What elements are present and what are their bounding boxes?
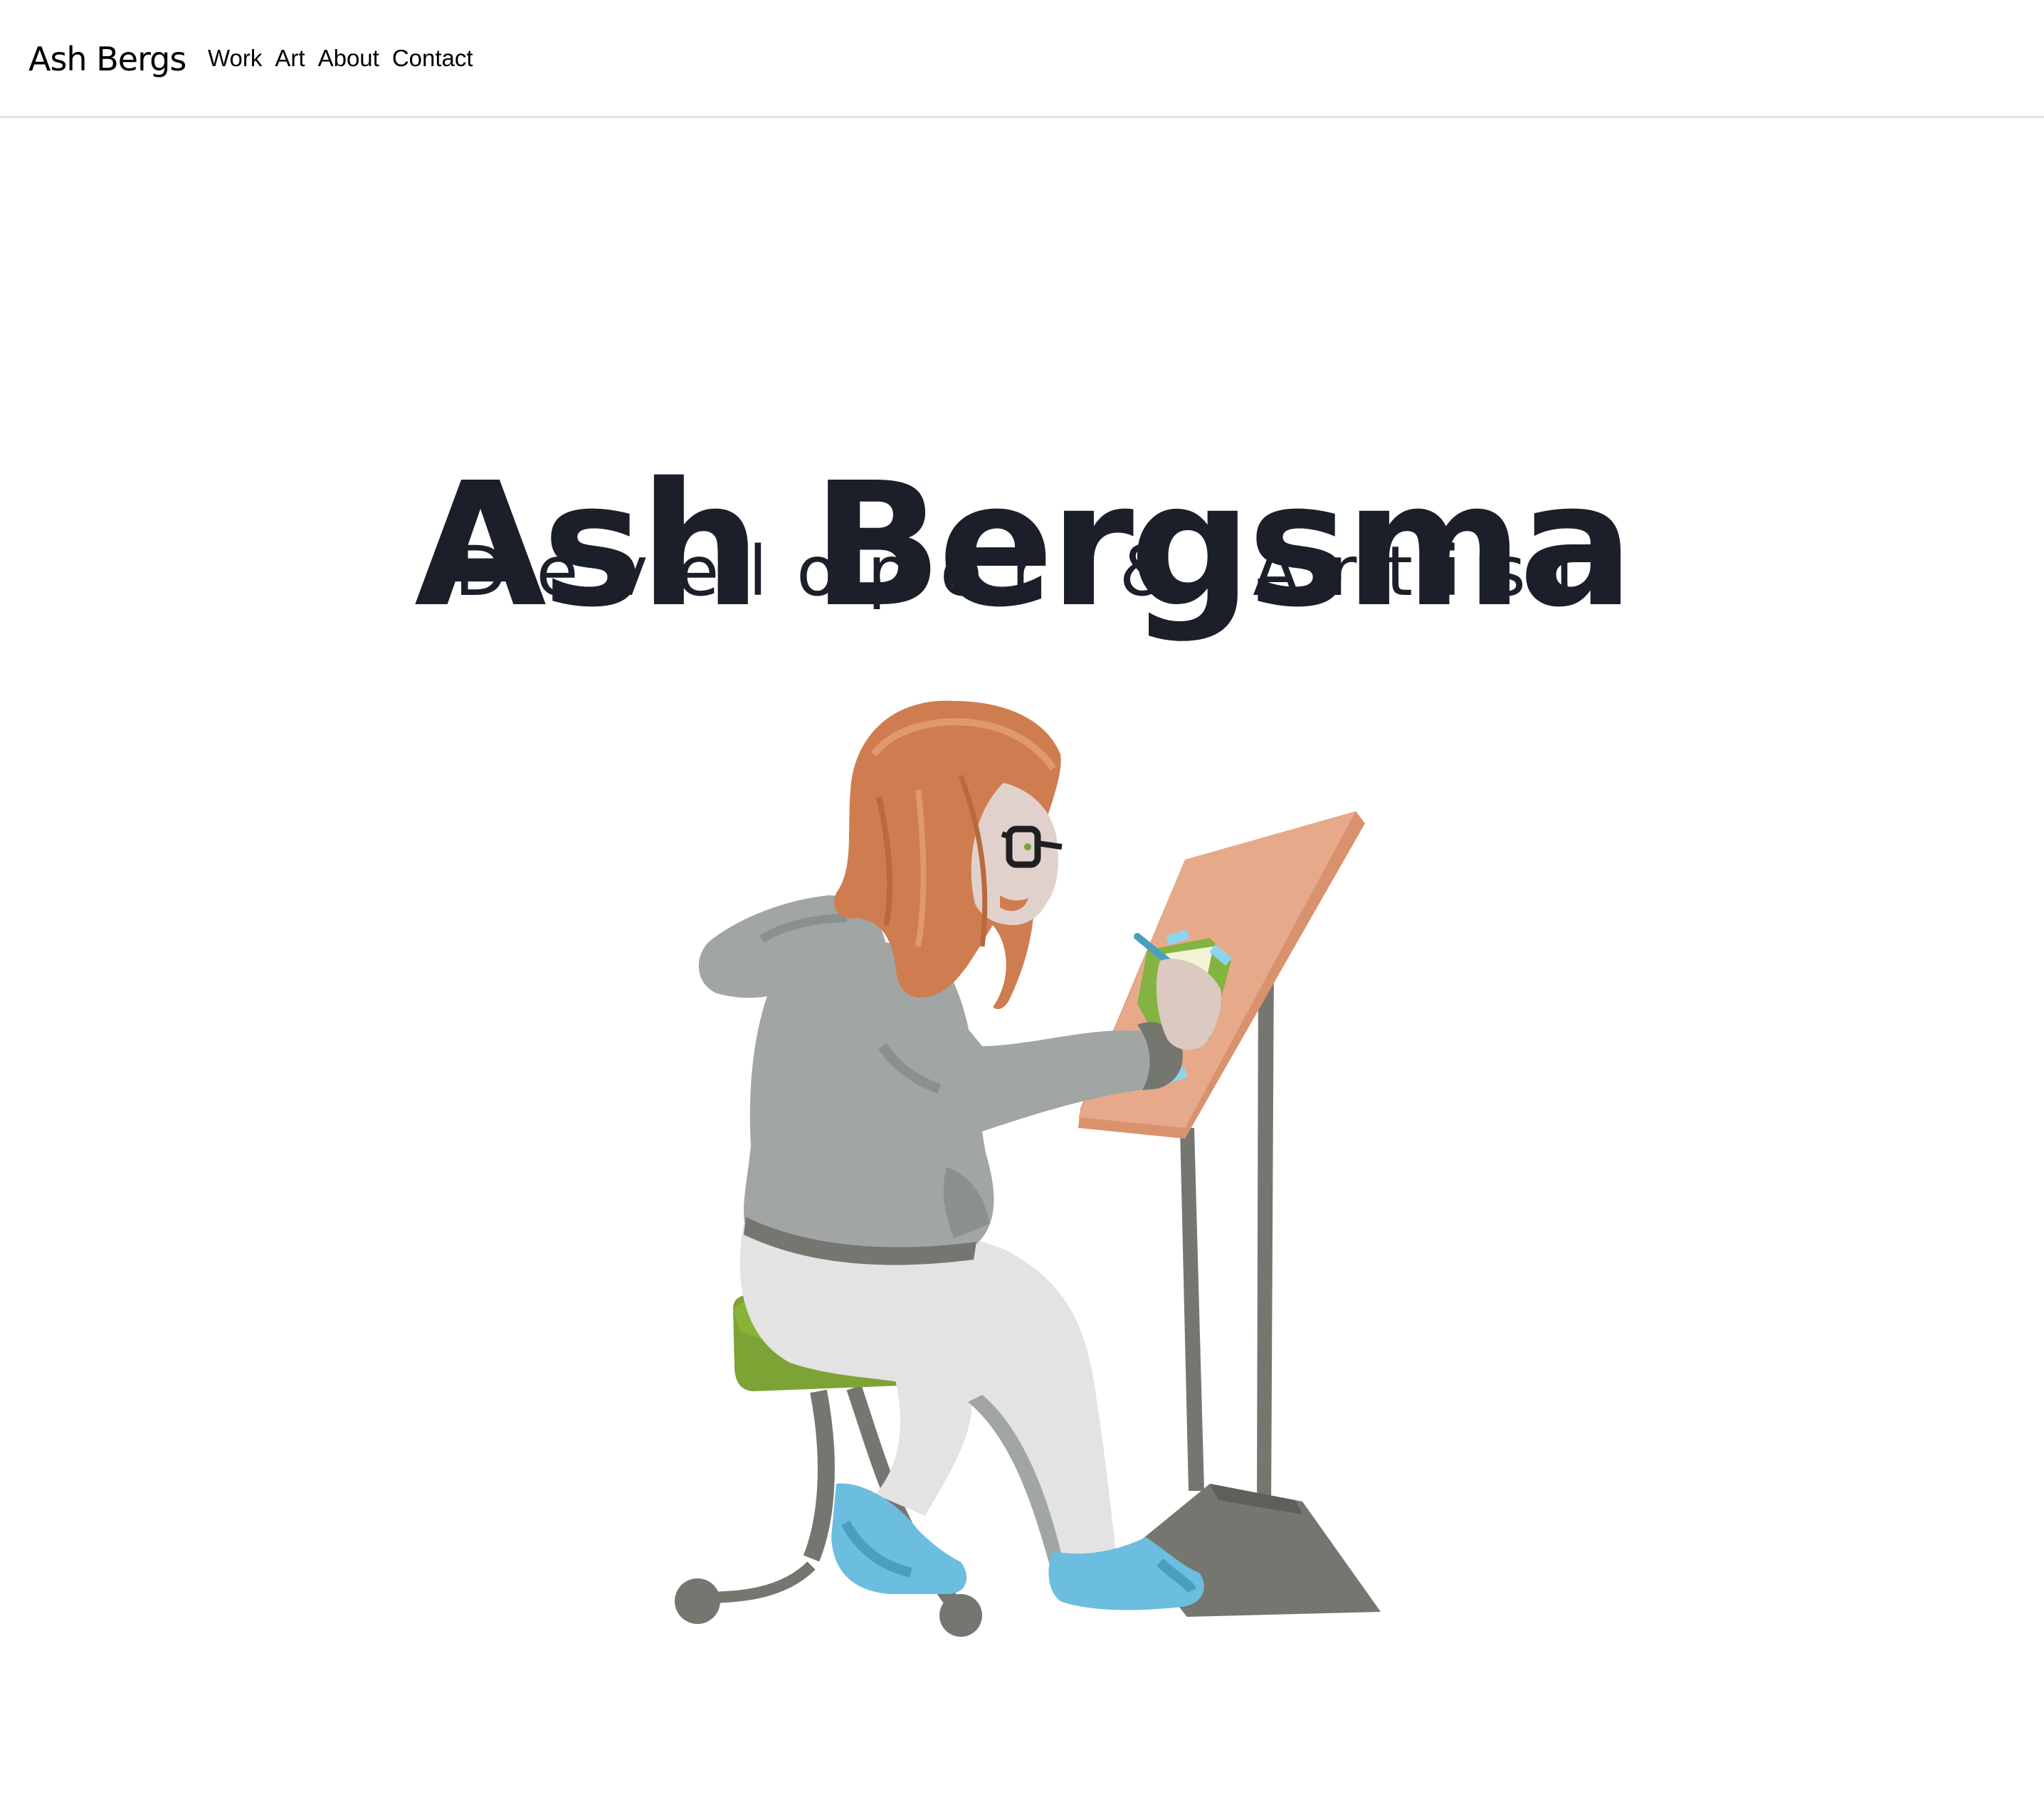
nav-link-art[interactable]: Art [275,43,305,74]
top-navigation-bar: Ash Bergs Work Art About Contact [0,0,2044,118]
person [698,700,1221,1610]
main-nav: Work Art About Contact [208,43,473,74]
easel [1078,811,1381,1617]
brand-logo-link[interactable]: Ash Bergs [28,33,186,85]
nav-link-about[interactable]: About [318,43,379,74]
artist-at-easel-illustration [675,700,1381,1637]
nav-link-contact[interactable]: Contact [392,43,473,74]
nav-link-work[interactable]: Work [208,43,262,74]
hero-subtitle: Developer & Artist [454,532,1611,611]
